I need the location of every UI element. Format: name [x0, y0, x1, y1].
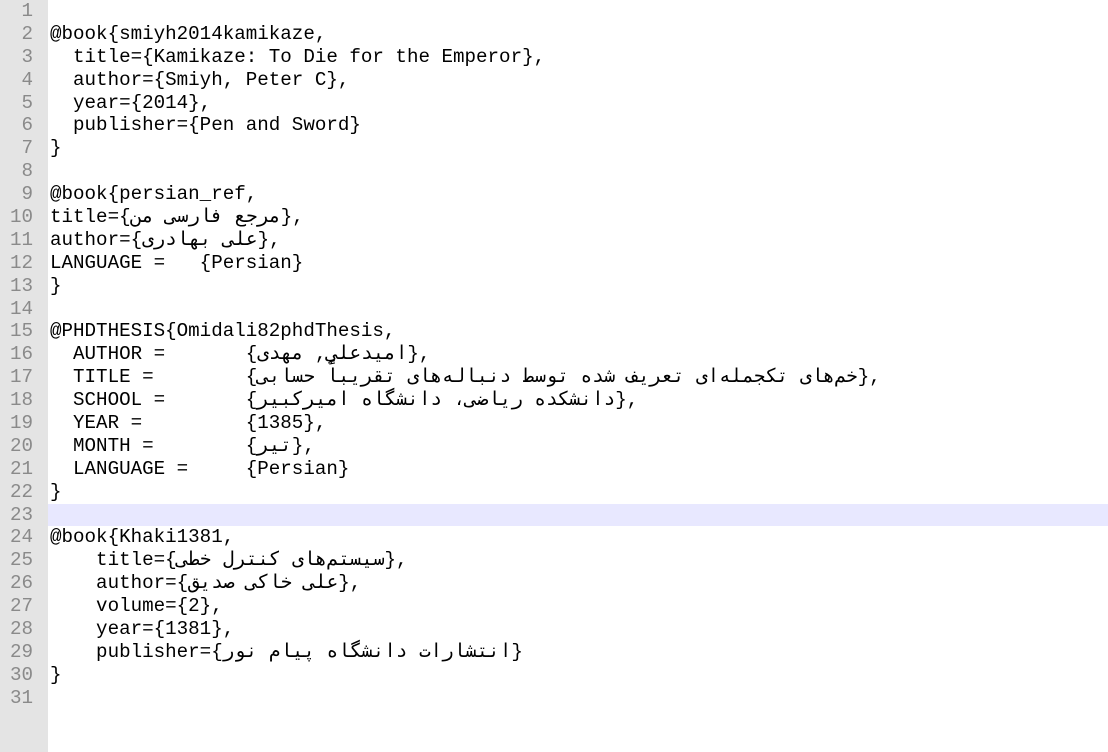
code-line[interactable]: 7}: [0, 137, 1108, 160]
line-text[interactable]: TITLE = {خم‌های تکجمله‌ای تعریف شده توسط…: [50, 366, 881, 389]
line-text[interactable]: YEAR = {1385},: [50, 412, 326, 435]
line-number: 17: [9, 366, 33, 389]
code-line[interactable]: 15 @PHDTHESIS{Omidali82phdThesis,: [0, 320, 1108, 343]
line-text[interactable]: }: [50, 275, 62, 298]
code-line[interactable]: 25 title={سیستم‌های کنترل خطی},: [0, 549, 1108, 572]
line-number: 5: [21, 91, 33, 114]
line-text[interactable]: @book{persian_ref,: [50, 183, 257, 206]
line-text[interactable]: AUTHOR = {امیدعلي, مهدی},: [50, 343, 430, 366]
line-number: 27: [9, 595, 33, 618]
line-number: 15: [9, 320, 33, 343]
line-text[interactable]: author={علی خاکی صدیق},: [50, 572, 361, 595]
code-line[interactable]: 5 year={2014},: [0, 92, 1108, 115]
code-line[interactable]: 18 SCHOOL = {دانشکده ریاضی، دانشگاه امیر…: [0, 389, 1108, 412]
line-number: 18: [9, 389, 33, 412]
line-text[interactable]: LANGUAGE = {Persian}: [50, 252, 303, 275]
line-text[interactable]: title={مرجع فارسی من},: [50, 206, 304, 229]
line-number: 9: [21, 183, 33, 206]
code-line[interactable]: 11 author={علی بهادری},: [0, 229, 1108, 252]
code-line[interactable]: 19 YEAR = {1385},: [0, 412, 1108, 435]
line-number: 13: [9, 274, 33, 297]
code-line[interactable]: 29 publisher={انتشارات دانشگاه پیام نور}: [0, 641, 1108, 664]
line-text[interactable]: @book{smiyh2014kamikaze,: [50, 23, 326, 46]
line-number: 1: [21, 0, 33, 22]
line-number: 14: [9, 297, 33, 320]
code-line[interactable]: 1: [0, 0, 1108, 23]
code-line[interactable]: 22}: [0, 481, 1108, 504]
line-number: 23: [0, 503, 48, 527]
line-text[interactable]: @PHDTHESIS{Omidali82phdThesis,: [50, 320, 395, 343]
code-line[interactable]: 28 year={1381},: [0, 618, 1108, 641]
line-number: 30: [9, 663, 33, 686]
line-number: 20: [9, 434, 33, 457]
code-line[interactable]: 14: [0, 298, 1108, 321]
line-text[interactable]: title={Kamikaze: To Die for the Emperor}…: [50, 46, 545, 69]
line-text[interactable]: SCHOOL = {دانشکده ریاضی، دانشگاه امیرکبی…: [50, 389, 638, 412]
line-number: 22: [9, 480, 33, 503]
code-line[interactable]: 27 volume={2},: [0, 595, 1108, 618]
line-text[interactable]: }: [50, 481, 62, 504]
line-text[interactable]: publisher={Pen and Sword}: [50, 114, 361, 137]
code-line[interactable]: 13}: [0, 275, 1108, 298]
current-code-line[interactable]: 23: [0, 503, 1108, 527]
line-number: 10: [9, 206, 33, 229]
code-line[interactable]: 4 author={Smiyh, Peter C},: [0, 69, 1108, 92]
line-number: 8: [21, 160, 33, 183]
line-number: 29: [9, 640, 33, 663]
line-text[interactable]: LANGUAGE = {Persian}: [50, 458, 349, 481]
line-text[interactable]: }: [50, 664, 62, 687]
code-line[interactable]: 21 LANGUAGE = {Persian}: [0, 458, 1108, 481]
code-line[interactable]: 17 TITLE = {خم‌های تکجمله‌ای تعریف شده ت…: [0, 366, 1108, 389]
code-line[interactable]: 31: [0, 687, 1108, 710]
code-lines[interactable]: 1 2 @book{smiyh2014kamikaze, 3 title={Kam…: [0, 0, 1108, 710]
code-line[interactable]: 30}: [0, 664, 1108, 687]
line-text[interactable]: volume={2},: [50, 595, 223, 618]
line-number: 31: [9, 686, 33, 709]
line-number: 16: [9, 343, 33, 366]
line-number: 7: [21, 137, 33, 160]
line-number: 26: [9, 572, 33, 595]
code-line[interactable]: 12 LANGUAGE = {Persian}: [0, 252, 1108, 275]
line-number: 25: [9, 549, 33, 572]
line-number: 12: [9, 251, 33, 274]
line-text[interactable]: year={2014},: [50, 92, 211, 115]
line-text[interactable]: author={Smiyh, Peter C},: [50, 69, 349, 92]
line-text[interactable]: @book{Khaki1381,: [50, 526, 234, 549]
code-line[interactable]: 24 @book{Khaki1381,: [0, 526, 1108, 549]
line-number: 24: [9, 526, 33, 549]
code-line[interactable]: 8: [0, 160, 1108, 183]
code-line[interactable]: 3 title={Kamikaze: To Die for the Empero…: [0, 46, 1108, 69]
code-line[interactable]: 6 publisher={Pen and Sword}: [0, 114, 1108, 137]
code-line[interactable]: 20 MONTH = {تیر},: [0, 435, 1108, 458]
line-number: 28: [9, 618, 33, 641]
line-text[interactable]: title={سیستم‌های کنترل خطی},: [50, 549, 408, 572]
line-number: 2: [21, 22, 33, 45]
line-text[interactable]: year={1381},: [50, 618, 234, 641]
line-number: 6: [21, 114, 33, 137]
line-number: 11: [9, 228, 33, 251]
code-line[interactable]: 16 AUTHOR = {امیدعلي, مهدی},: [0, 343, 1108, 366]
line-text[interactable]: MONTH = {تیر},: [50, 435, 315, 458]
line-text[interactable]: publisher={انتشارات دانشگاه پیام نور}: [50, 641, 523, 664]
code-line[interactable]: 2 @book{smiyh2014kamikaze,: [0, 23, 1108, 46]
line-number: 4: [21, 68, 33, 91]
code-line[interactable]: 26 author={علی خاکی صدیق},: [0, 572, 1108, 595]
line-number: 3: [21, 45, 33, 68]
line-text[interactable]: }: [50, 137, 62, 160]
text-editor[interactable]: 1 2 @book{smiyh2014kamikaze, 3 title={Kam…: [0, 0, 1108, 752]
line-number: 21: [9, 457, 33, 480]
code-line[interactable]: 10 title={مرجع فارسی من},: [0, 206, 1108, 229]
line-number: 19: [9, 412, 33, 435]
code-line[interactable]: 9 @book{persian_ref,: [0, 183, 1108, 206]
line-text[interactable]: author={علی بهادری},: [50, 229, 281, 252]
